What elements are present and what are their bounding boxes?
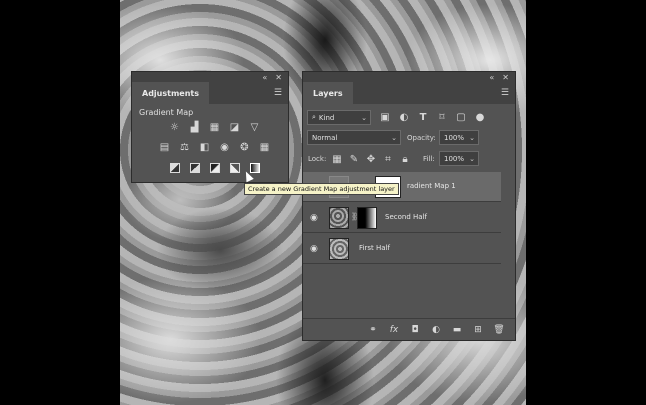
fill-field[interactable]: 100% ⌄ [439, 151, 479, 166]
blend-mode-select[interactable]: Normal ⌄ [307, 130, 401, 145]
levels-icon[interactable]: ▟ [188, 121, 201, 134]
chevron-down-icon: ⌄ [469, 133, 475, 142]
lock-label: Lock: [308, 155, 327, 163]
eye-icon[interactable]: ◉ [310, 213, 320, 223]
collapse-icon[interactable]: « [262, 73, 267, 82]
pixel-filter-icon[interactable]: ▣ [379, 111, 391, 123]
fill-value: 100% [444, 154, 465, 163]
new-adjustment-icon[interactable]: ◐ [430, 324, 442, 336]
layer-thumbnail [329, 207, 349, 229]
blend-mode-label: Normal [312, 133, 338, 142]
curves-icon[interactable]: ▦ [208, 121, 221, 134]
collapse-icon[interactable]: « [489, 73, 494, 82]
layer-row-first-half[interactable]: ◉ First Half [303, 234, 501, 264]
layer-mask-thumbnail [357, 207, 377, 229]
lock-artboard-icon[interactable]: ⌗ [382, 153, 394, 165]
type-filter-icon[interactable]: T [417, 111, 429, 123]
hue-saturation-icon[interactable]: ▤ [158, 141, 171, 154]
lock-icons: ▦ ✎ ✥ ⌗ 🔒︎ [331, 153, 411, 165]
smart-object-filter-icon[interactable]: ▢ [455, 111, 467, 123]
tab-adjustments[interactable]: Adjustments [132, 82, 209, 104]
shape-filter-icon[interactable]: ⌑ [436, 111, 448, 123]
panel-topbar: « ✕ [303, 72, 515, 82]
layer-row-second-half[interactable]: ◉ ⛓ Second Half [303, 203, 501, 233]
selective-color-icon[interactable] [228, 161, 241, 174]
opacity-field[interactable]: 100% ⌄ [439, 130, 479, 145]
adjustment-filter-icon[interactable]: ◐ [398, 111, 410, 123]
adjustments-panel: « ✕ Adjustments ☰ Gradient Map ☼ ▟ ▦ ◪ ▽… [131, 71, 289, 183]
eye-icon[interactable]: ◉ [310, 244, 320, 254]
close-icon[interactable]: ✕ [502, 73, 509, 82]
fill-label: Fill: [423, 155, 435, 163]
brightness-icon[interactable]: ☼ [168, 121, 181, 134]
panel-menu-icon[interactable]: ☰ [501, 88, 509, 98]
opacity-label: Opacity: [407, 134, 436, 142]
lock-position-icon[interactable]: ✥ [365, 153, 377, 165]
exposure-icon[interactable]: ◪ [228, 121, 241, 134]
filter-kind-select[interactable]: ⌕ Kind ⌄ [307, 110, 371, 125]
layers-tab-row: Layers ☰ [303, 82, 515, 104]
channel-mixer-icon[interactable]: ❂ [238, 141, 251, 154]
vibrance-icon[interactable]: ▽ [248, 121, 261, 134]
posterize-icon[interactable] [188, 161, 201, 174]
lock-pixels-icon[interactable]: ✎ [348, 153, 360, 165]
layers-panel: « ✕ Layers ☰ ⌕ Kind ⌄ ▣ ◐ T ⌑ ▢ ● Normal… [302, 71, 516, 341]
color-lookup-icon[interactable]: ▦ [258, 141, 271, 154]
layer-name[interactable]: First Half [359, 244, 390, 252]
panel-menu-icon[interactable]: ☰ [274, 88, 282, 98]
lock-transparency-icon[interactable]: ▦ [331, 153, 343, 165]
filter-icons: ▣ ◐ T ⌑ ▢ ● [379, 111, 486, 123]
layer-name[interactable]: radient Map 1 [407, 182, 456, 190]
filter-kind-label: Kind [318, 113, 335, 122]
trash-icon[interactable]: 🗑︎ [493, 324, 505, 336]
chevron-down-icon: ⌄ [391, 133, 397, 142]
layer-name[interactable]: Second Half [385, 213, 427, 221]
tooltip: Create a new Gradient Map adjustment lay… [244, 183, 399, 195]
link-layers-icon[interactable]: ⚭ [367, 324, 379, 336]
layer-thumbnail [329, 238, 349, 260]
chevron-down-icon: ⌄ [469, 154, 475, 163]
invert-icon[interactable] [168, 161, 181, 174]
layers-footer: ⚭ fx ◘ ◐ ▬ ⊞ 🗑︎ [303, 318, 515, 340]
section-title: Gradient Map [139, 108, 194, 117]
add-mask-icon[interactable]: ◘ [409, 324, 421, 336]
new-group-icon[interactable]: ▬ [451, 324, 463, 336]
adjustment-icons-row-2: ▤ ⚖ ◧ ◉ ❂ ▦ [158, 141, 271, 154]
panel-topbar: « ✕ [132, 72, 288, 82]
tab-layers[interactable]: Layers [303, 82, 353, 104]
filter-toggle-icon[interactable]: ● [474, 111, 486, 123]
close-icon[interactable]: ✕ [275, 73, 282, 82]
search-icon: ⌕ [312, 113, 316, 121]
adjustments-tab-row: Adjustments ☰ [132, 82, 288, 104]
black-white-icon[interactable]: ◧ [198, 141, 211, 154]
new-layer-icon[interactable]: ⊞ [472, 324, 484, 336]
color-balance-icon[interactable]: ⚖ [178, 141, 191, 154]
opacity-value: 100% [444, 133, 465, 142]
chevron-down-icon: ⌄ [361, 113, 367, 122]
adjustment-icons-row-1: ☼ ▟ ▦ ◪ ▽ [168, 121, 261, 134]
lock-all-icon[interactable]: 🔒︎ [399, 153, 411, 165]
photo-filter-icon[interactable]: ◉ [218, 141, 231, 154]
layer-style-icon[interactable]: fx [388, 324, 400, 336]
threshold-icon[interactable] [208, 161, 221, 174]
